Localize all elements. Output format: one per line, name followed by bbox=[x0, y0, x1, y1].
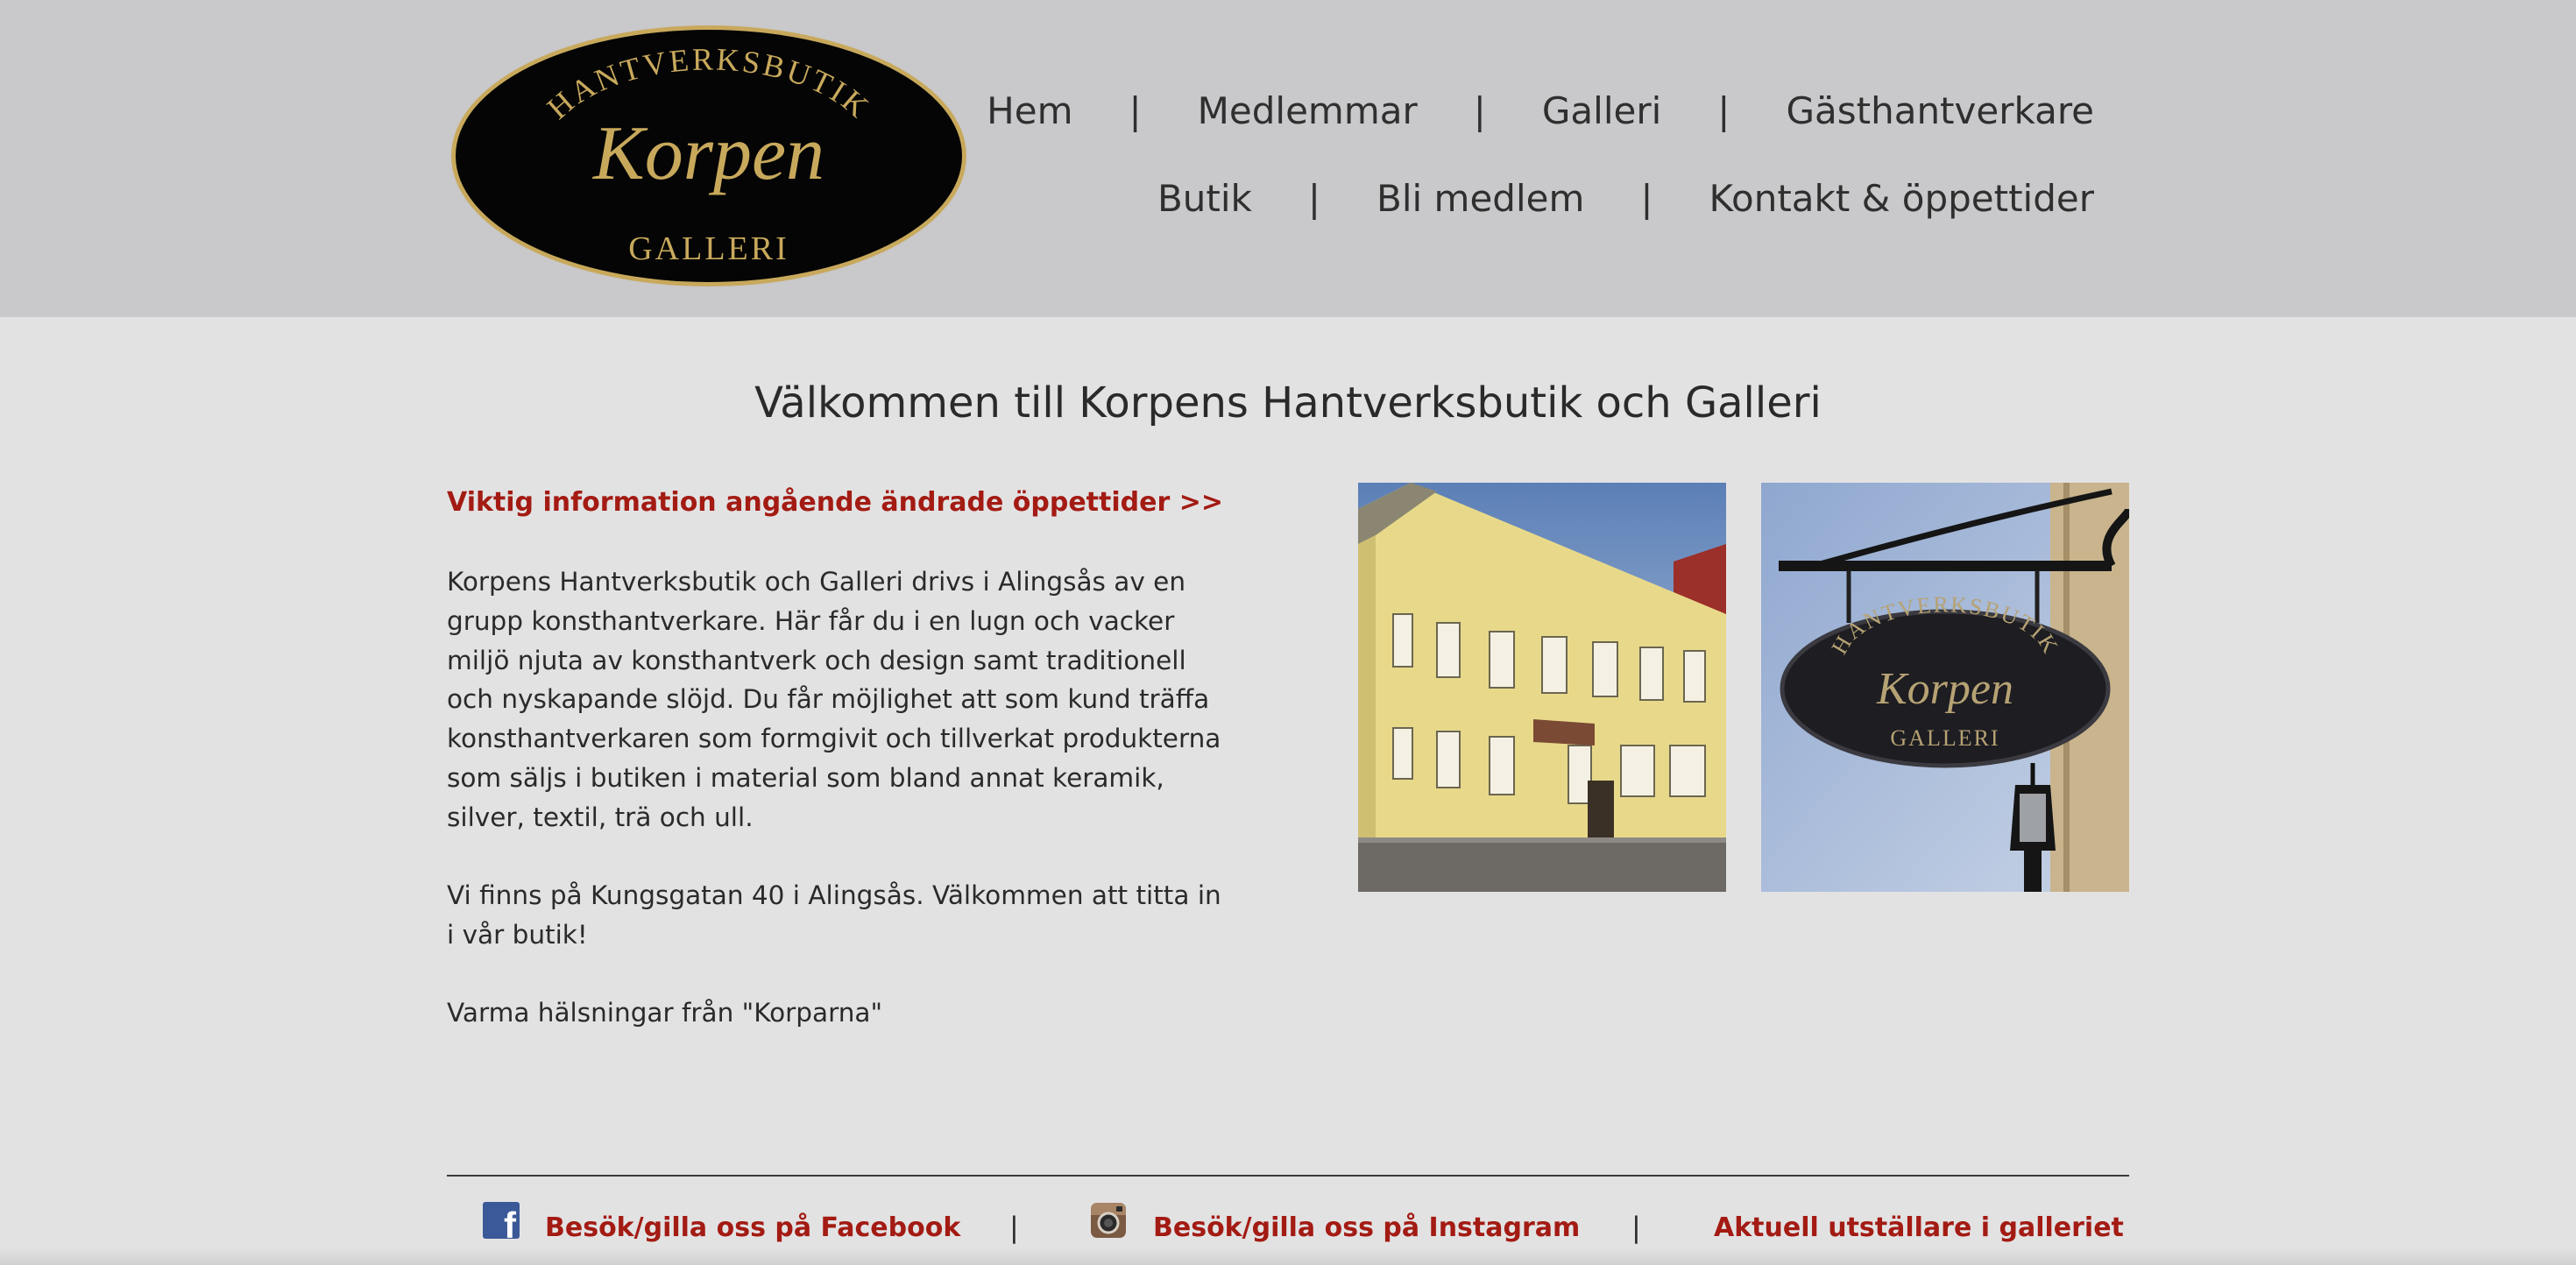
instagram-link[interactable]: Besök/gilla oss på Instagram bbox=[1153, 1212, 1580, 1243]
logo-name-text: Korpen bbox=[591, 111, 824, 196]
main-nav-row-1: Hem | Medlemmar | Galleri | Gästhantverk… bbox=[987, 89, 2094, 132]
sign-name-text: Korpen bbox=[1876, 664, 2013, 714]
nav-item-butik[interactable]: Butik bbox=[1157, 177, 1252, 220]
nav-separator: | bbox=[1307, 177, 1321, 220]
footer-separator: | bbox=[1009, 1211, 1019, 1244]
nav-item-kontakt[interactable]: Kontakt & öppettider bbox=[1709, 177, 2094, 220]
logo-bottom-text: GALLERI bbox=[628, 230, 789, 267]
bottom-shadow bbox=[0, 1247, 2576, 1265]
logo-emblem: HANTVERKSBUTIK Korpen GALLERI bbox=[451, 25, 966, 286]
opening-hours-notice-link[interactable]: Viktig information angående ändrade öppe… bbox=[447, 487, 1223, 518]
nav-item-gasthantverkare[interactable]: Gästhantverkare bbox=[1786, 89, 2094, 132]
intro-paragraph: Korpens Hantverksbutik och Galleri drivs… bbox=[447, 567, 1221, 832]
current-exhibitor-link[interactable]: Aktuell utställare i galleriet bbox=[1714, 1212, 2124, 1243]
nav-separator: | bbox=[1129, 89, 1142, 132]
nav-separator: | bbox=[1640, 177, 1653, 220]
site-logo[interactable]: HANTVERKSBUTIK Korpen GALLERI bbox=[449, 23, 969, 289]
shop-sign-photo: HANTVERKSBUTIK Korpen GALLERI bbox=[1761, 483, 2129, 892]
sign-bottom-text: GALLERI bbox=[1890, 725, 1999, 751]
nav-separator: | bbox=[1717, 89, 1730, 132]
nav-separator: | bbox=[1473, 89, 1486, 132]
instagram-icon[interactable] bbox=[1090, 1202, 1127, 1239]
facebook-link[interactable]: Besök/gilla oss på Facebook bbox=[545, 1212, 960, 1243]
facebook-icon-letter: f bbox=[504, 1205, 516, 1240]
facebook-icon[interactable]: f bbox=[483, 1202, 520, 1239]
nav-item-hem[interactable]: Hem bbox=[987, 89, 1072, 132]
nav-item-galleri[interactable]: Galleri bbox=[1542, 89, 1661, 132]
nav-item-bli-medlem[interactable]: Bli medlem bbox=[1376, 177, 1584, 220]
shop-building-photo bbox=[1358, 483, 1726, 892]
greeting-paragraph: Varma hälsningar från "Korparna" bbox=[447, 998, 883, 1028]
address-paragraph: Vi finns på Kungsgatan 40 i Alingsås. Vä… bbox=[447, 880, 1221, 950]
page-title: Välkommen till Korpens Hantverksbutik oc… bbox=[754, 378, 1822, 428]
site-header: HANTVERKSBUTIK Korpen GALLERI Hem | Medl… bbox=[0, 0, 2576, 317]
main-nav-row-2: Butik | Bli medlem | Kontakt & öppettide… bbox=[1157, 177, 2094, 220]
nav-item-medlemmar[interactable]: Medlemmar bbox=[1198, 89, 1418, 132]
footer-separator: | bbox=[1631, 1211, 1641, 1244]
footer-divider bbox=[447, 1175, 2129, 1177]
